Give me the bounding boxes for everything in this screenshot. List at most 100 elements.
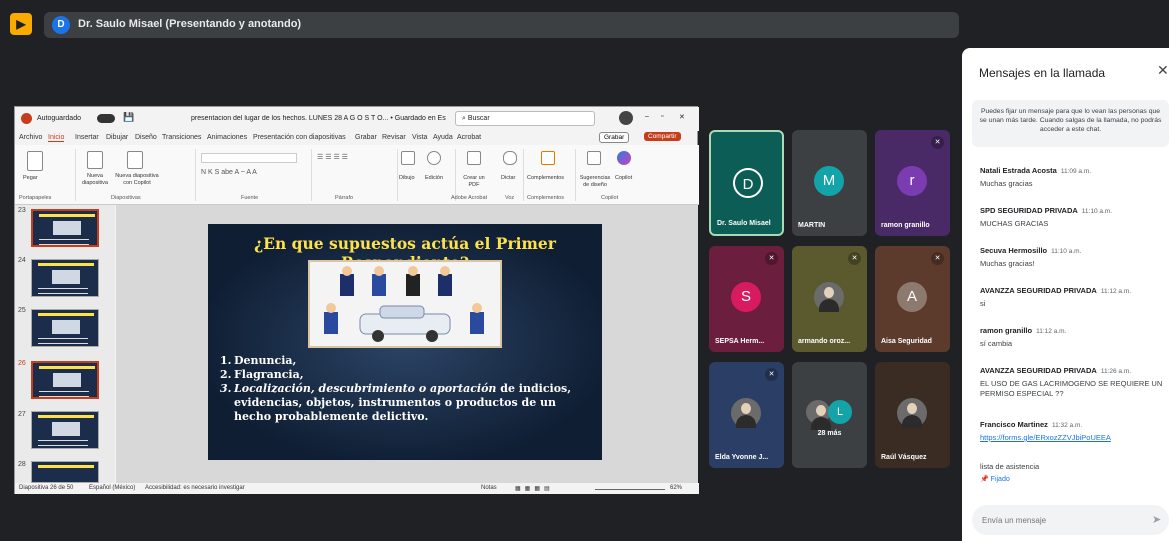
list-item: 2. Flagrancia,	[220, 368, 304, 381]
nueva-diapositiva-button[interactable]: Nueva diapositiva	[79, 173, 111, 187]
minimize-icon[interactable]: –	[645, 113, 649, 120]
menu-insertar[interactable]: Insertar	[75, 134, 99, 141]
search-edit-icon[interactable]	[427, 151, 441, 165]
design-ideas-icon[interactable]	[587, 151, 601, 165]
group-voz: Voz	[505, 195, 515, 201]
chat-info-banner: Puedes fijar un mensaje para que lo vean…	[972, 100, 1169, 147]
autosave-toggle[interactable]	[97, 114, 115, 123]
edicion-button[interactable]: Edición	[425, 175, 443, 182]
avatar: S	[731, 282, 761, 312]
participant-tile[interactable]: ✕ armando oroz...	[792, 246, 867, 352]
presenter-chip[interactable]: D Dr. Saulo Misael (Presentando y anotan…	[44, 12, 959, 38]
view-buttons[interactable]: ▦▦▦▤	[515, 485, 554, 492]
participant-tile[interactable]: ✕ Elda Yvonne J...	[709, 362, 784, 468]
ppt-ribbon: Pegar Portapapeles Nueva diapositiva Nue…	[15, 145, 699, 205]
restore-icon[interactable]: ▫	[661, 113, 663, 120]
notes-button[interactable]: Notas	[481, 485, 497, 491]
mic-off-icon: ✕	[931, 136, 944, 149]
dibujo-button[interactable]: Dibujo	[399, 175, 415, 182]
chat-message: Francisco Martinez 11:32 a.m. https://for…	[980, 420, 1166, 443]
font-format-buttons[interactable]: N K S abe A ~ A A	[201, 169, 257, 176]
menu-inicio[interactable]: Inicio	[48, 134, 65, 142]
nueva-diapositiva-copilot-button[interactable]: Nueva diapositiva con Copilot	[115, 173, 159, 187]
menu-presentacion[interactable]: Presentación con diapositivas	[253, 134, 346, 141]
menu-vista[interactable]: Vista	[412, 134, 427, 141]
copilot-button[interactable]: Copilot	[615, 175, 632, 182]
thumb-number: 28	[18, 461, 26, 468]
slide-thumbnail[interactable]	[31, 309, 99, 347]
zoom-level[interactable]: 62%	[670, 485, 682, 491]
zoom-slider[interactable]	[595, 489, 665, 490]
group-adobe-acrobat: Adobe Acrobat	[451, 195, 488, 201]
copilot-icon[interactable]	[617, 151, 631, 165]
menu-animaciones[interactable]: Animaciones	[207, 134, 247, 141]
chat-message-input[interactable]	[982, 512, 1142, 528]
compartir-button[interactable]: Compartir	[644, 132, 681, 141]
form-link[interactable]: https://forms.gle/ERxozZZVJbiPoUEEA	[980, 433, 1166, 443]
thumb-number: 26	[18, 360, 26, 367]
chat-message: Secuva Hermosillo 11:10 a.m. Muchas graci…	[980, 246, 1082, 268]
save-icon[interactable]: 💾	[123, 112, 134, 123]
grabar-button[interactable]: Grabar	[599, 132, 630, 143]
paste-icon[interactable]	[27, 151, 43, 171]
current-slide[interactable]: ¿En que supuestos actúa el Primer Respon…	[208, 224, 602, 460]
slide-list: 1. Denuncia, 2. Flagrancia, 3. Localización…	[220, 354, 592, 424]
menu-grabar[interactable]: Grabar	[355, 134, 377, 141]
participant-tile[interactable]: ✕ S SEPSA Herm...	[709, 246, 784, 352]
file-name: presentacion del lugar de los hechos. LU…	[191, 115, 446, 122]
menu-diseno[interactable]: Diseño	[135, 134, 157, 141]
slide-canvas: ¿En que supuestos actúa el Primer Respon…	[116, 205, 698, 483]
accessibility-status[interactable]: Accesibilidad: es necesario investigar	[145, 485, 245, 491]
paragraph-buttons[interactable]: ☰ ☰ ☰ ☰	[317, 153, 348, 161]
slide-thumbnail[interactable]	[31, 259, 99, 297]
menu-acrobat[interactable]: Acrobat	[457, 134, 481, 141]
menu-archivo[interactable]: Archivo	[19, 134, 42, 141]
thumb-number: 24	[18, 257, 26, 264]
close-window-icon[interactable]: ✕	[679, 113, 685, 121]
send-icon[interactable]: ➤	[1152, 513, 1161, 526]
avatar: M	[814, 166, 844, 196]
pinned-indicator[interactable]: 📌 Fijado	[980, 475, 1010, 483]
menu-revisar[interactable]: Revisar	[382, 134, 406, 141]
create-pdf-icon[interactable]	[467, 151, 481, 165]
participant-name: Raúl Vásquez	[881, 454, 927, 461]
addins-icon[interactable]	[541, 151, 555, 165]
profile-avatar[interactable]	[619, 111, 633, 125]
slide-thumbnail[interactable]	[31, 461, 99, 483]
mic-off-icon: ✕	[931, 252, 944, 265]
sugerencias-button[interactable]: Sugerencias de diseño	[577, 175, 613, 189]
microphone-icon[interactable]	[503, 151, 517, 165]
new-slide-icon[interactable]	[87, 151, 103, 169]
crear-pdf-button[interactable]: Crear un PDF	[459, 175, 489, 189]
drawing-icon[interactable]	[401, 151, 415, 165]
complementos-button[interactable]: Complementos	[527, 175, 564, 182]
participant-tile[interactable]: ✕ A Aisa Seguridad	[875, 246, 950, 352]
font-family-select[interactable]	[201, 153, 297, 163]
presentation-app-icon[interactable]: ▶	[10, 13, 32, 35]
avatar: D	[733, 168, 763, 198]
participant-tile[interactable]: ✕ r ramon granillo	[875, 130, 950, 236]
more-participants-tile[interactable]: L 28 más	[792, 362, 867, 468]
slide-thumbnail[interactable]	[31, 411, 99, 449]
language[interactable]: Español (México)	[89, 485, 135, 491]
mic-off-icon: ✕	[765, 252, 778, 265]
participant-tile[interactable]: Raúl Vásquez	[875, 362, 950, 468]
participant-tile[interactable]: D Dr. Saulo Misael	[709, 130, 784, 236]
slide-thumbnail-selected[interactable]	[31, 361, 99, 399]
menu-ayuda[interactable]: Ayuda	[433, 134, 453, 141]
chat-message: lista de asistencia	[980, 462, 1040, 471]
avatar-photo	[806, 400, 831, 430]
group-copilot: Copilot	[601, 195, 619, 201]
new-slide-copilot-icon[interactable]	[127, 151, 143, 169]
participant-tile[interactable]: M MARTIN	[792, 130, 867, 236]
mic-off-icon: ✕	[765, 368, 778, 381]
close-icon[interactable]: ✕	[1157, 62, 1169, 79]
ppt-search-input[interactable]: ⌕ Buscar	[455, 111, 595, 126]
dictar-button[interactable]: Dictar	[501, 175, 515, 182]
menu-dibujar[interactable]: Dibujar	[106, 134, 128, 141]
slide-thumbnail-pane: 23 24 25 26 27 28	[15, 205, 115, 483]
participant-name: Aisa Seguridad	[881, 338, 932, 345]
menu-transiciones[interactable]: Transiciones	[162, 134, 201, 141]
slide-thumbnail[interactable]	[31, 209, 99, 247]
participant-name: Elda Yvonne J...	[715, 454, 769, 461]
